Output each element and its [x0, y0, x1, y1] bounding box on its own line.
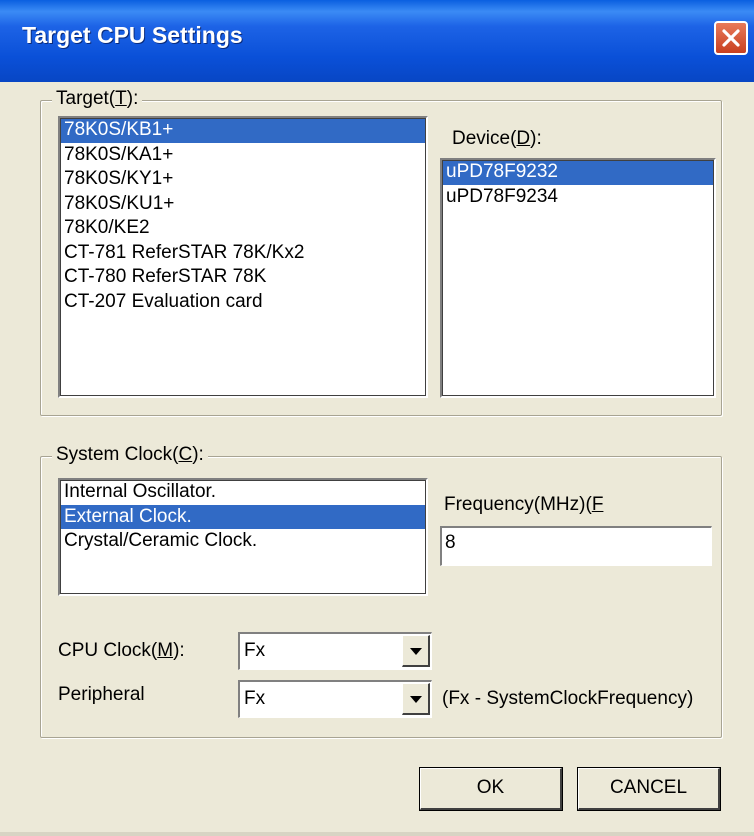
device-item[interactable]: uPD78F9232 — [442, 160, 714, 185]
device-label: Device(D): — [452, 128, 542, 149]
target-item[interactable]: CT-207 Evaluation card — [60, 290, 426, 315]
system-clock-listbox[interactable]: Internal Oscillator. External Clock. Cry… — [58, 478, 428, 596]
frequency-label: Frequency(MHz)(F — [444, 494, 604, 515]
cpu-clock-dropdown-button[interactable] — [402, 635, 430, 667]
target-item[interactable]: 78K0S/KA1+ — [60, 143, 426, 168]
cancel-button[interactable]: CANCEL — [577, 767, 721, 811]
cpu-clock-value: Fx — [244, 640, 266, 661]
chevron-down-icon — [410, 648, 422, 655]
close-icon — [722, 29, 740, 47]
target-item[interactable]: CT-780 ReferSTAR 78K — [60, 265, 426, 290]
system-clock-group-label: System Clock(C): — [52, 444, 208, 466]
peripheral-label: Peripheral — [58, 684, 145, 705]
clock-item[interactable]: External Clock. — [60, 504, 426, 529]
target-item[interactable]: 78K0S/KU1+ — [60, 192, 426, 217]
target-cpu-settings-dialog: Target CPU Settings Target(T): 78K0S/KB1… — [0, 0, 754, 836]
target-item[interactable]: 78K0S/KY1+ — [60, 167, 426, 192]
chevron-down-icon — [410, 696, 422, 703]
clock-item[interactable]: Internal Oscillator. — [60, 480, 426, 505]
target-item[interactable]: 78K0/KE2 — [60, 216, 426, 241]
peripheral-select[interactable]: Fx — [238, 680, 432, 718]
window-bottom-edge — [0, 832, 754, 836]
cpu-clock-select[interactable]: Fx — [238, 632, 432, 670]
target-listbox[interactable]: 78K0S/KB1+ 78K0S/KA1+ 78K0S/KY1+ 78K0S/K… — [58, 116, 428, 398]
peripheral-value: Fx — [244, 688, 266, 709]
window-title: Target CPU Settings — [22, 22, 243, 48]
title-bar[interactable]: Target CPU Settings — [0, 0, 754, 82]
ok-button[interactable]: OK — [419, 767, 563, 811]
target-group-label: Target(T): — [52, 88, 143, 110]
close-button[interactable] — [714, 21, 748, 55]
cpu-clock-label: CPU Clock(M): — [58, 640, 185, 661]
frequency-value: 8 — [445, 532, 456, 553]
frequency-input[interactable]: 8 — [440, 526, 712, 566]
target-item[interactable]: 78K0S/KB1+ — [60, 118, 426, 143]
device-item[interactable]: uPD78F9234 — [442, 185, 714, 210]
device-listbox[interactable]: uPD78F9232 uPD78F9234 — [440, 158, 716, 398]
target-item[interactable]: CT-781 ReferSTAR 78K/Kx2 — [60, 241, 426, 266]
clock-item[interactable]: Crystal/Ceramic Clock. — [60, 529, 426, 554]
peripheral-note: (Fx - SystemClockFrequency) — [442, 688, 694, 709]
peripheral-dropdown-button[interactable] — [402, 683, 430, 715]
